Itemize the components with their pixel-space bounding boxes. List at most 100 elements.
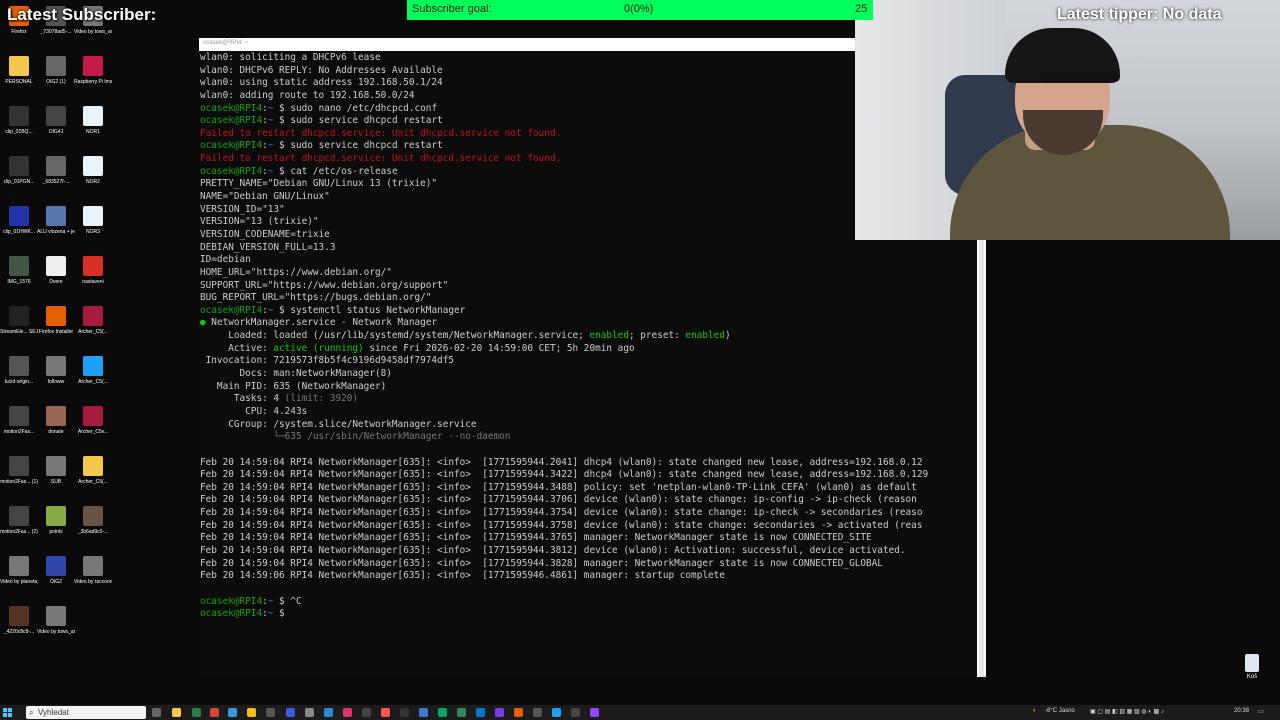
desktop-icon[interactable]: Archer_C5(... [74,456,112,485]
desktop-icon[interactable]: motion2Fas... [0,406,38,435]
taskbar-search-box[interactable]: ⌕ Vyhledat [26,706,146,719]
desktop-icon[interactable]: NOR2 [74,156,112,185]
desktop-icon[interactable]: Dvere [37,256,75,285]
firefox-taskbar-icon[interactable] [514,708,523,717]
taskbar-app-icon[interactable] [552,708,561,717]
desktop-icon[interactable]: Raspberry Pi Imager [74,56,112,85]
file-icon [9,56,29,76]
file-icon [9,106,29,126]
terminal-line: Active: active (running) since Fri 2026-… [200,342,635,354]
desktop-icon[interactable]: followw [37,356,75,385]
desktop-icon[interactable]: motion2Fas... (1) [0,456,38,485]
task-view-icon[interactable] [152,708,161,717]
file-icon [83,206,103,226]
taskbar-app-icon[interactable] [362,708,371,717]
desktop-icon-label: Video by raccoon_sc... [74,579,112,585]
tray-icons[interactable]: ▣ ▢ ▤ ◧ ▥ ▦ ▧ ◍ ◐ ▩ ♪ [1090,708,1164,715]
file-icon [46,56,66,76]
weather-text[interactable]: -6°C Jasno [1045,708,1075,714]
desktop-icon[interactable]: donate [37,406,75,435]
desktop-icon[interactable]: ALU vlozena + jednostr... [37,206,75,235]
desktop-icon[interactable]: Video by planeta_en... [0,556,38,585]
desktop-icon[interactable]: OIG2 [37,556,75,585]
desktop-icon[interactable]: SUB [37,456,75,485]
terminal-line: Loaded: loaded (/usr/lib/systemd/system/… [200,330,731,342]
taskbar-app-icon[interactable] [571,708,580,717]
desktop-icon[interactable]: OIG2 (1) [37,56,75,85]
file-explorer-icon[interactable] [172,708,181,717]
taskbar-app-icon[interactable] [324,708,333,717]
terminal-line: SUPPORT_URL="https://www.debian.org/supp… [200,279,449,291]
file-icon [9,206,29,226]
terminal-scrollbar[interactable] [977,240,986,677]
desktop-icon-label: Raspberry Pi Imager [74,79,112,85]
taskbar-app-icon[interactable] [457,708,466,717]
desktop-icon[interactable]: nastaveni [74,256,112,285]
taskbar-app-icon[interactable] [192,708,201,717]
taskbar-app-icon[interactable] [343,708,352,717]
desktop-icon[interactable]: PERSONAL [0,56,38,85]
desktop-icon[interactable]: lucid-origin... [0,356,38,385]
desktop-icon[interactable]: NOR3 [74,206,112,235]
desktop-icon[interactable]: Archer_C5(... [74,306,112,335]
terminal-line: wlan0: DHCPv6 REPLY: No Addresses Availa… [200,64,443,76]
desktop-icon[interactable]: clip_01PGN... [0,156,38,185]
taskbar-app-icon[interactable] [266,708,275,717]
scrollbar-thumb[interactable] [979,240,984,677]
desktop-icon[interactable]: Archer_C5(... [74,356,112,385]
desktop-icon-label: motion2Fas... (1) [0,479,38,485]
windows-start-icon[interactable] [3,708,12,717]
desktop-icon-label: IMG_1576 [7,279,31,285]
taskbar-app-icon-active[interactable] [381,708,390,717]
taskbar-app-icon[interactable] [247,708,256,717]
desktop-icon[interactable]: Video by raccoon_sc... [74,556,112,585]
webcam-feed [855,0,1280,240]
desktop-icon-label: Firefox Installer [38,329,74,335]
terminal-output[interactable]: wlan0: soliciting a DHCPv6 lease wlan0: D… [200,52,928,621]
desktop-icon[interactable]: IMG_1576 [0,256,38,285]
latest-tipper-label: Latest tipper: No data [1057,6,1222,23]
desktop-icon-label: NOR3 [86,229,100,235]
terminal-line: wlan0: soliciting a DHCPv6 lease [200,52,381,63]
desktop-icon[interactable]: Archer_C5v... [74,406,112,435]
desktop-icon[interactable]: _3b6ad9c0-... [74,506,112,535]
taskbar-app-icon[interactable] [400,708,409,717]
terminal-line: DEBIAN_VERSION_FULL=13.3 [200,241,336,253]
taskbar-app-icon[interactable] [495,708,504,717]
edge-icon[interactable] [476,708,485,717]
taskbar-app-icon[interactable] [533,708,542,717]
desktop-icon-label: Video by tows_and_t... [74,29,112,35]
desktop-icon[interactable]: NOR1 [74,106,112,135]
taskbar-app-icon[interactable] [438,708,447,717]
file-icon [9,406,29,426]
desktop-icon[interactable]: _683527f-... [37,156,75,185]
taskbar-app-icon[interactable] [419,708,428,717]
notification-icon[interactable]: ▭ [1258,708,1264,715]
desktop-icon[interactable]: Video by tows_and_t... [37,606,75,635]
terminal-titlebar[interactable]: ocasek@RPI4: ~ [199,38,855,51]
terminal-line: ocasek@RPI4:~ $ sudo service dhcpcd rest… [200,115,443,127]
taskbar-app-icon[interactable] [590,708,599,717]
desktop-icon[interactable]: clip_01BQ... [0,106,38,135]
file-icon [83,306,103,326]
taskbar-app-icon[interactable] [305,708,314,717]
recycle-bin-label: Koš [1246,674,1258,680]
desktop-icon[interactable]: OIG4J [37,106,75,135]
desktop-icon[interactable]: StreamEle... SE.Live [0,306,38,335]
desktop-icon[interactable]: _4220c8c8-... [0,606,38,635]
desktop-icon[interactable]: Firefox Installer [37,306,75,335]
clock[interactable]: 20:38 [1234,708,1249,714]
file-icon [46,556,66,576]
file-icon [83,556,103,576]
desktop-icon[interactable]: points [37,506,75,535]
taskbar-app-icon[interactable] [286,708,295,717]
terminal-line: NAME="Debian GNU/Linux" [200,191,330,203]
desktop-icon[interactable]: motion2Fas... (2) [0,506,38,535]
recycle-bin[interactable]: Koš [1238,654,1266,680]
desktop-icon-label: OIG2 (1) [46,79,66,85]
chrome-icon[interactable] [210,708,219,717]
desktop-icon-label: _683527f-... [42,179,70,185]
taskbar-app-icon[interactable] [228,708,237,717]
desktop-icon[interactable]: clip_01HWK... [0,206,38,235]
